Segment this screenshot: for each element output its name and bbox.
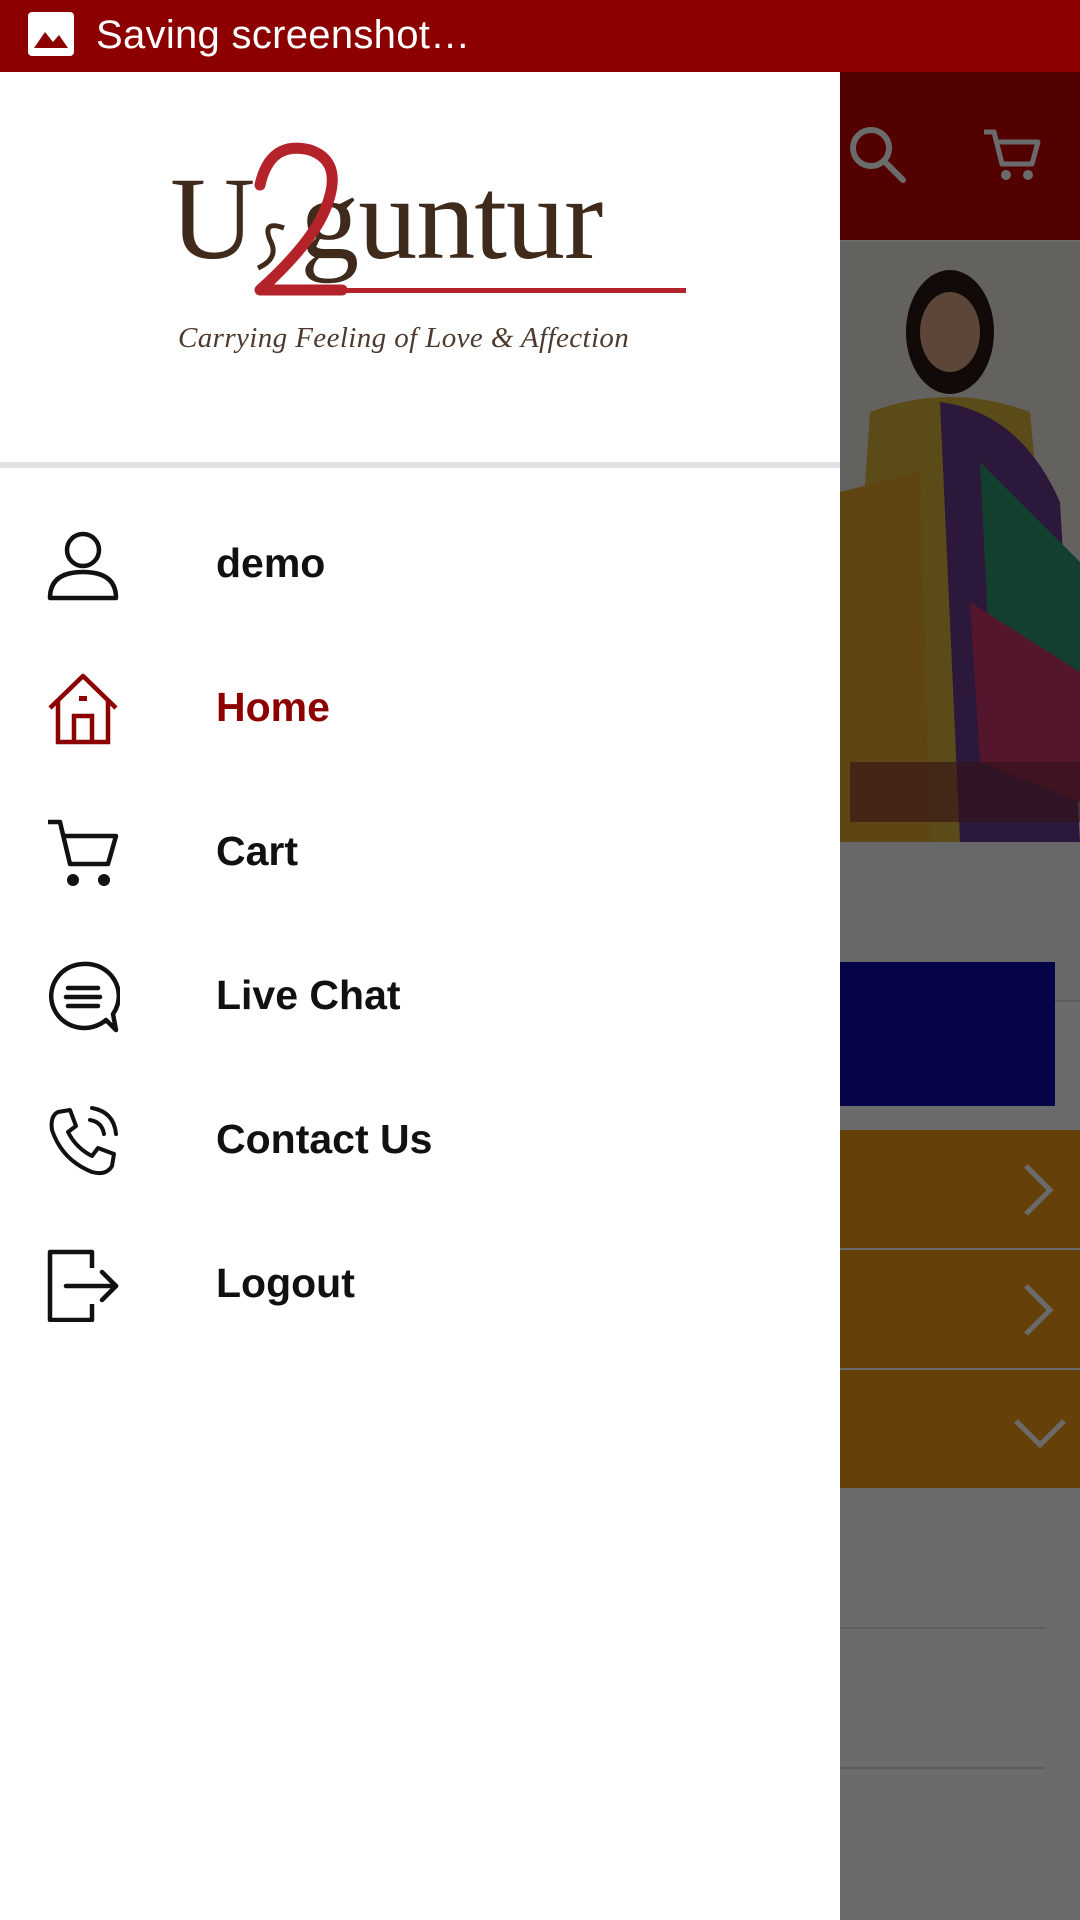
navigation-drawer: Uguntur Carrying Feeling of Love & Affec… — [0, 72, 840, 1920]
chat-icon — [48, 961, 120, 1033]
menu-label: Live Chat — [216, 972, 401, 1018]
menu-label: Logout — [216, 1260, 355, 1306]
status-notification-text: Saving screenshot… — [96, 13, 471, 57]
phone-icon — [49, 1106, 118, 1176]
menu-label: Home — [216, 684, 330, 730]
user-icon — [47, 531, 119, 601]
logo-two-mark — [254, 142, 348, 296]
drawer-divider — [0, 462, 840, 468]
logo-tagline: Carrying Feeling of Love & Affection — [178, 322, 630, 354]
menu-item-user[interactable]: demo — [0, 492, 840, 636]
cart-icon — [48, 819, 119, 886]
menu-item-home[interactable]: Home — [0, 636, 840, 780]
menu-item-logout[interactable]: Logout — [0, 1212, 840, 1356]
logout-icon — [47, 1249, 119, 1322]
drawer-menu: demo Home Cart Live Chat Contact Us Logo… — [0, 492, 840, 1356]
menu-label: Cart — [216, 828, 299, 874]
logo-underline — [290, 288, 686, 293]
menu-label: demo — [216, 540, 326, 586]
status-bar: Saving screenshot… — [0, 0, 1080, 72]
drawer-header: Uguntur Carrying Feeling of Love & Affec… — [0, 72, 840, 464]
menu-label: Contact Us — [216, 1116, 433, 1162]
menu-item-live-chat[interactable]: Live Chat — [0, 924, 840, 1068]
menu-item-cart[interactable]: Cart — [0, 780, 840, 924]
menu-item-contact-us[interactable]: Contact Us — [0, 1068, 840, 1212]
brand-logo: Uguntur Carrying Feeling of Love & Affec… — [170, 142, 690, 370]
home-icon — [48, 673, 118, 745]
image-icon — [28, 12, 74, 56]
